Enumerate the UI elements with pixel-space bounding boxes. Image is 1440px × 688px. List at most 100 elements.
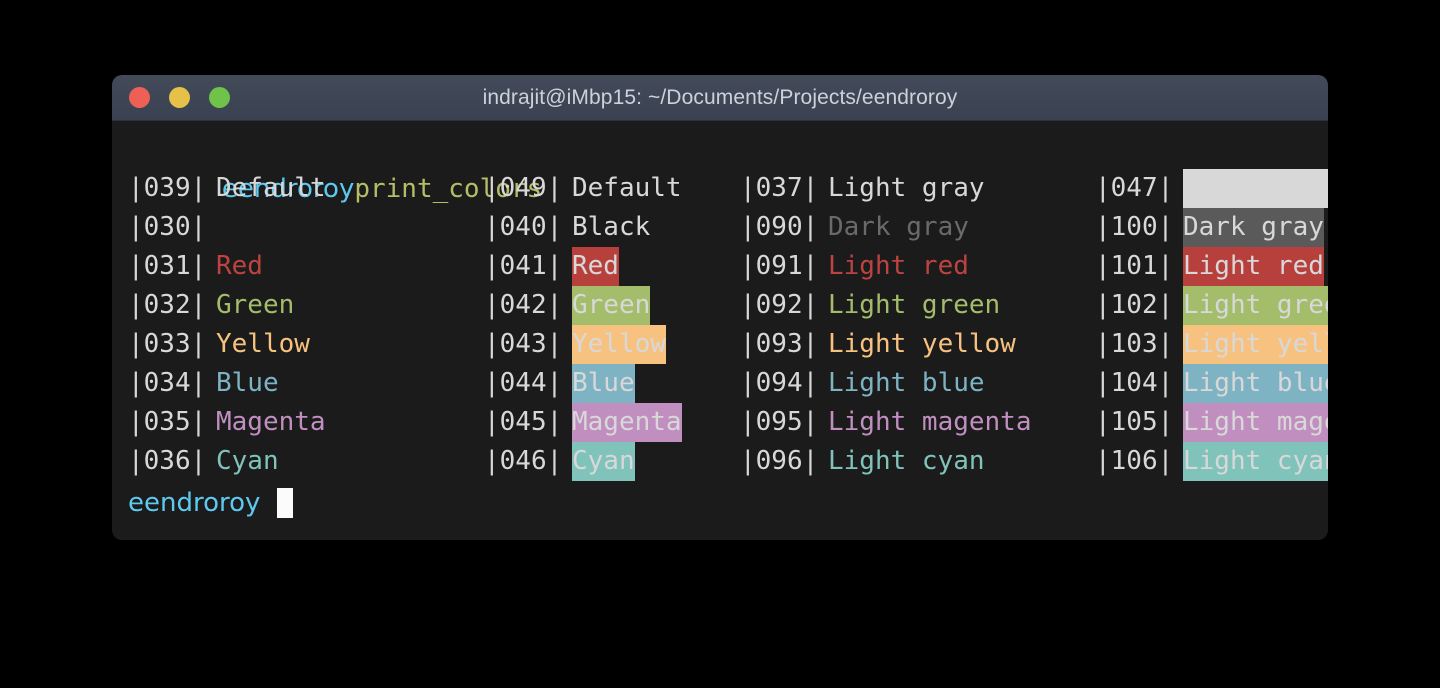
color-code: |096| — [740, 446, 819, 476]
maximize-window-button[interactable] — [209, 87, 230, 108]
color-label: Default — [572, 173, 682, 203]
color-label: Light green — [1183, 286, 1328, 325]
color-code: |093| — [740, 329, 819, 359]
color-label: Light cyan — [828, 446, 985, 476]
color-code: |094| — [740, 368, 819, 398]
color-entry: |096| Light cyan — [740, 442, 985, 481]
color-label: Dark gray — [828, 212, 969, 242]
color-entry: |030| — [128, 208, 216, 247]
color-entry: |043| Yellow — [484, 325, 666, 364]
color-code: |039| — [128, 173, 207, 203]
color-label: Light blue — [1183, 364, 1328, 403]
color-entry: |041| Red — [484, 247, 619, 286]
minimize-window-button[interactable] — [169, 87, 190, 108]
color-entry: |049| Default — [484, 169, 682, 208]
color-code: |035| — [128, 407, 207, 437]
color-code: |100| — [1095, 212, 1174, 242]
table-row: |035| Magenta |045| Magenta |095| Light magen… — [112, 403, 1328, 442]
color-label: Light yellow — [1183, 325, 1328, 364]
color-entry: |031| Red — [128, 247, 263, 286]
close-window-button[interactable] — [129, 87, 150, 108]
color-code: |037| — [740, 173, 819, 203]
color-entry: |035| Magenta — [128, 403, 326, 442]
color-code: |041| — [484, 251, 563, 281]
color-label: Cyan — [216, 446, 279, 476]
color-entry: |104| Light blue — [1095, 364, 1328, 403]
color-entry: |047| Light gray — [1095, 169, 1328, 208]
color-code: |106| — [1095, 446, 1174, 476]
color-label: Magenta — [216, 407, 326, 437]
color-label: Light gray — [1183, 169, 1328, 208]
color-label: Light green — [828, 290, 1001, 320]
color-label: Yellow — [216, 329, 310, 359]
color-code: |104| — [1095, 368, 1174, 398]
color-entry: |034| Blue — [128, 364, 279, 403]
color-code: |040| — [484, 212, 563, 242]
color-entry: |094| Light blue — [740, 364, 985, 403]
window-title: indrajit@iMbp15: ~/Documents/Projects/ee… — [482, 85, 958, 109]
color-code: |095| — [740, 407, 819, 437]
color-label: Red — [572, 247, 619, 286]
color-code: |101| — [1095, 251, 1174, 281]
color-entry: |103| Light yellow — [1095, 325, 1328, 364]
color-label: Magenta — [572, 403, 682, 442]
color-entry: |091| Light red — [740, 247, 969, 286]
color-entry: |033| Yellow — [128, 325, 310, 364]
color-entry: |105| Light magenta — [1095, 403, 1328, 442]
table-row: |031| Red |041| Red |091| Light red |101| Light… — [112, 247, 1328, 286]
color-entry: |037| Light gray — [740, 169, 985, 208]
color-code: |033| — [128, 329, 207, 359]
color-entry: |090| Dark gray — [740, 208, 969, 247]
color-label: Light red — [828, 251, 969, 281]
table-row: |033| Yellow |043| Yellow |093| Light yellow |… — [112, 325, 1328, 364]
color-label: Dark gray — [1183, 208, 1324, 247]
color-code: |036| — [128, 446, 207, 476]
terminal-window[interactable]: indrajit@iMbp15: ~/Documents/Projects/ee… — [112, 75, 1328, 540]
color-code: |031| — [128, 251, 207, 281]
title-bar[interactable]: indrajit@iMbp15: ~/Documents/Projects/ee… — [112, 75, 1328, 121]
color-label: Green — [572, 286, 651, 325]
color-entry: |106| Light cyan — [1095, 442, 1328, 481]
color-entry: |095| Light magenta — [740, 403, 1032, 442]
color-label: Light yellow — [828, 329, 1016, 359]
color-entry: |039| Default — [128, 169, 326, 208]
color-label: Cyan — [572, 442, 635, 481]
color-code: |030| — [128, 212, 207, 242]
text-cursor — [277, 488, 294, 518]
color-label: Black — [572, 212, 651, 242]
color-entry: |046| Cyan — [484, 442, 635, 481]
color-label: Blue — [572, 364, 635, 403]
table-row: |036| Cyan |046| Cyan |096| Light cyan |106| Li… — [112, 442, 1328, 481]
color-code: |092| — [740, 290, 819, 320]
color-code: |102| — [1095, 290, 1174, 320]
traffic-light-buttons — [129, 75, 230, 120]
color-code: |047| — [1095, 173, 1174, 203]
terminal-output-area[interactable]: eendroroyprint_colors |039| Default |049| D… — [112, 121, 1328, 540]
color-entry: |036| Cyan — [128, 442, 279, 481]
color-entry: |042| Green — [484, 286, 651, 325]
color-code: |032| — [128, 290, 207, 320]
color-label: Light magenta — [1183, 403, 1328, 442]
color-label: Light gray — [828, 173, 985, 203]
command-line: eendroroyprint_colors — [112, 129, 1328, 204]
table-row: |030| |040| Black |090| Dark gray |100| Dark g… — [112, 208, 1328, 247]
shell-prompt-text: eendroroy — [128, 488, 261, 518]
prompt-line: eendroroy — [112, 481, 1328, 525]
color-label: Blue — [216, 368, 279, 398]
color-entry: |102| Light green — [1095, 286, 1328, 325]
table-row: |039| Default |049| Default |037| Light gray |… — [112, 169, 1328, 208]
color-label: Light blue — [828, 368, 985, 398]
color-code: |046| — [484, 446, 563, 476]
table-row: |032| Green |042| Green |092| Light green |102… — [112, 286, 1328, 325]
color-label: Green — [216, 290, 295, 320]
color-table: |039| Default |049| Default |037| Light gray |… — [112, 169, 1328, 481]
color-entry: |092| Light green — [740, 286, 1000, 325]
color-code: |103| — [1095, 329, 1174, 359]
color-code: |105| — [1095, 407, 1174, 437]
table-row: |034| Blue |044| Blue |094| Light blue |104| Li… — [112, 364, 1328, 403]
color-code: |044| — [484, 368, 563, 398]
color-code: |042| — [484, 290, 563, 320]
color-entry: |045| Magenta — [484, 403, 682, 442]
color-entry: |100| Dark gray — [1095, 208, 1324, 247]
color-code: |090| — [740, 212, 819, 242]
